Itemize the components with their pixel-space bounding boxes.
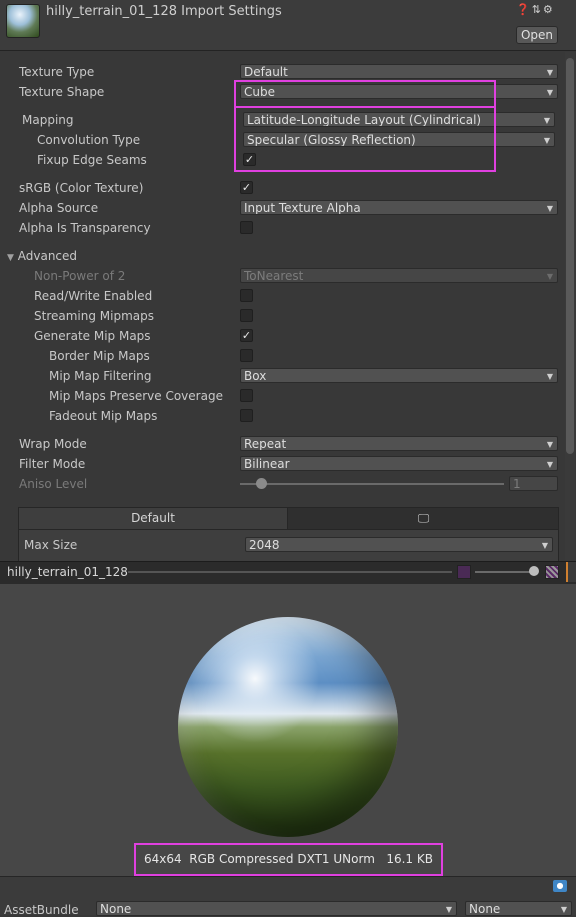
mip-filtering-dropdown[interactable]: Box ▼ (240, 368, 558, 383)
readwrite-label: Read/Write Enabled (34, 289, 153, 303)
npot-dropdown: ToNearest ▼ (240, 268, 558, 283)
aniso-slider-track (240, 483, 504, 485)
highlight-mapping (234, 106, 496, 172)
mip-slider-knob[interactable] (529, 566, 539, 576)
filter-mode-label: Filter Mode (19, 457, 86, 471)
mapping-label: Mapping (22, 113, 74, 127)
scrollbar-thumb[interactable] (566, 58, 574, 454)
help-icon[interactable]: ❓ (516, 3, 532, 16)
texture-type-dropdown[interactable]: Default ▼ (240, 64, 558, 79)
assetbundle-label: AssetBundle (4, 903, 79, 917)
chevron-down-icon: ▼ (546, 204, 553, 213)
srgb-checkbox[interactable]: ✓ (240, 181, 253, 194)
fadeout-mipmaps-checkbox[interactable] (240, 409, 253, 422)
checker-icon[interactable] (545, 565, 559, 579)
texture-thumbnail (6, 4, 40, 38)
filter-mode-dropdown[interactable]: Bilinear ▼ (240, 456, 558, 471)
alpha-source-label: Alpha Source (19, 201, 99, 215)
streaming-mipmaps-label: Streaming Mipmaps (34, 309, 155, 323)
chevron-down-icon: ▼ (543, 136, 550, 145)
label-tag-icon[interactable]: ● (553, 880, 567, 892)
chevron-down-icon: ▼ (546, 272, 553, 281)
wrap-mode-label: Wrap Mode (19, 437, 87, 451)
chevron-down-icon: ▼ (546, 440, 553, 449)
chevron-down-icon: ▼ (546, 460, 553, 469)
monitor-icon: 🖵 (417, 511, 430, 525)
mip-preserve-coverage-label: Mip Maps Preserve Coverage (49, 389, 223, 403)
chevron-down-icon: ▼ (541, 541, 548, 550)
border-mipmaps-label: Border Mip Maps (49, 349, 150, 363)
sliders-icon[interactable]: ⇅ (532, 3, 543, 16)
advanced-label: Advanced (17, 249, 78, 263)
chevron-down-icon: ▼ (546, 68, 553, 77)
inspector-title: hilly_terrain_01_128 Import Settings (46, 4, 282, 19)
highlight-texture-shape (234, 80, 496, 108)
alpha-transparency-checkbox[interactable] (240, 221, 253, 234)
alpha-transparency-label: Alpha Is Transparency (19, 221, 151, 235)
aniso-level-field: 1 (509, 476, 558, 491)
chevron-down-icon: ▼ (543, 116, 550, 125)
preview-scroll-indicator (566, 562, 576, 582)
tab-standalone[interactable]: 🖵 (289, 507, 558, 530)
advanced-foldout[interactable]: ▼ Advanced (7, 249, 77, 263)
tab-default[interactable]: Default (18, 507, 288, 530)
alpha-source-dropdown[interactable]: Input Texture Alpha ▼ (240, 200, 558, 215)
texture-type-label: Texture Type (19, 65, 95, 79)
readwrite-checkbox[interactable] (240, 289, 253, 302)
checkmark-icon: ✓ (241, 329, 252, 342)
aniso-level-label: Aniso Level (19, 477, 88, 491)
npot-label: Non-Power of 2 (34, 269, 126, 283)
preview-drag-handle[interactable] (128, 571, 452, 573)
wrap-mode-dropdown[interactable]: Repeat ▼ (240, 436, 558, 451)
header-icons: ❓⇅⚙ (516, 3, 555, 16)
highlight-texture-info (134, 843, 443, 876)
max-size-label: Max Size (24, 538, 78, 552)
fadeout-mipmaps-label: Fadeout Mip Maps (49, 409, 158, 423)
mip-filtering-label: Mip Map Filtering (49, 369, 152, 383)
foldout-arrow-icon: ▼ (7, 253, 14, 263)
chevron-down-icon: ▼ (546, 88, 553, 97)
preview-asset-name: hilly_terrain_01_128 (7, 565, 128, 579)
chevron-down-icon: ▼ (546, 372, 553, 381)
generate-mipmaps-label: Generate Mip Maps (34, 329, 151, 343)
mip-slider-track[interactable] (475, 571, 537, 573)
alpha-toggle-icon[interactable] (457, 565, 471, 579)
checkmark-icon: ✓ (241, 181, 252, 194)
fixup-edge-seams-label: Fixup Edge Seams (37, 153, 147, 167)
aniso-slider-knob (256, 478, 267, 489)
open-button[interactable]: Open (516, 26, 558, 44)
gear-icon[interactable]: ⚙ (543, 3, 555, 16)
max-size-dropdown[interactable]: 2048 ▼ (245, 537, 553, 552)
texture-shape-label: Texture Shape (19, 85, 105, 99)
mip-preserve-coverage-checkbox[interactable] (240, 389, 253, 402)
border-mipmaps-checkbox[interactable] (240, 349, 253, 362)
streaming-mipmaps-checkbox[interactable] (240, 309, 253, 322)
srgb-label: sRGB (Color Texture) (19, 181, 144, 195)
convolution-type-label: Convolution Type (37, 133, 141, 147)
generate-mipmaps-checkbox[interactable]: ✓ (240, 329, 253, 342)
cubemap-preview-sphere[interactable] (178, 617, 398, 837)
